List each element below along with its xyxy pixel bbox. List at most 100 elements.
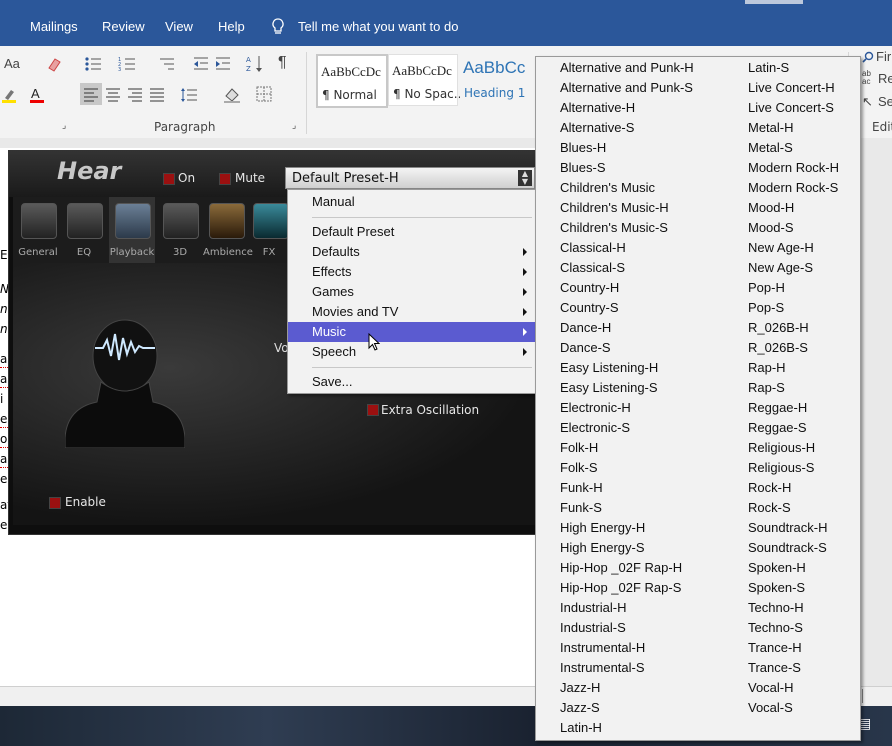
bullets-icon[interactable]: [84, 56, 102, 72]
music-preset-item[interactable]: New Age-S: [748, 260, 813, 280]
music-preset-item[interactable]: Classical-H: [560, 240, 626, 260]
music-preset-item[interactable]: Funk-H: [560, 480, 603, 500]
clear-formatting-icon[interactable]: [46, 56, 62, 72]
music-preset-item[interactable]: Children's Music: [560, 180, 655, 200]
enable-led[interactable]: [49, 497, 61, 509]
replace-label[interactable]: Re: [878, 71, 892, 86]
music-preset-item[interactable]: Mood-H: [748, 200, 794, 220]
music-preset-item[interactable]: Country-H: [560, 280, 619, 300]
music-preset-item[interactable]: Rock-H: [748, 480, 791, 500]
music-preset-item[interactable]: Pop-H: [748, 280, 785, 300]
on-label[interactable]: On: [178, 171, 195, 185]
music-preset-item[interactable]: Funk-S: [560, 500, 602, 520]
align-right-icon[interactable]: [128, 88, 144, 102]
menu-item-manual[interactable]: Manual: [288, 192, 535, 212]
music-preset-item[interactable]: Hip-Hop _02F Rap-H: [560, 560, 682, 580]
change-case-button[interactable]: Aa: [4, 56, 20, 71]
music-preset-item[interactable]: Metal-S: [748, 140, 793, 160]
paragraph-dialog-launcher-icon[interactable]: ⌟: [292, 120, 296, 131]
menu-item-music[interactable]: Music: [288, 322, 535, 342]
pilcrow-icon[interactable]: ¶: [278, 54, 287, 72]
music-preset-item[interactable]: R_026B-H: [748, 320, 809, 340]
music-preset-item[interactable]: Hip-Hop _02F Rap-S: [560, 580, 681, 600]
shading-icon[interactable]: [222, 86, 242, 104]
music-preset-item[interactable]: Reggae-S: [748, 420, 807, 440]
music-preset-item[interactable]: Mood-S: [748, 220, 794, 240]
music-preset-item[interactable]: Pop-S: [748, 300, 784, 320]
music-preset-item[interactable]: Instrumental-H: [560, 640, 645, 660]
decrease-indent-icon[interactable]: [192, 56, 210, 72]
preset-dropdown-arrow-icon[interactable]: ▲ ▼: [518, 170, 532, 186]
sort-icon[interactable]: AZ: [246, 54, 264, 74]
extra-oscillation-label[interactable]: Extra Oscillation: [381, 403, 479, 417]
menu-help[interactable]: Help: [218, 19, 245, 34]
music-preset-item[interactable]: Alternative-H: [560, 100, 635, 120]
on-toggle-led[interactable]: [163, 173, 175, 185]
font-color-icon[interactable]: A: [28, 86, 46, 104]
mute-toggle-led[interactable]: [219, 173, 231, 185]
music-preset-item[interactable]: Alternative and Punk-H: [560, 60, 694, 80]
music-preset-item[interactable]: Rap-H: [748, 360, 786, 380]
music-preset-item[interactable]: High Energy-H: [560, 520, 645, 540]
tab-playback[interactable]: Playback: [109, 197, 155, 263]
justify-icon[interactable]: [150, 88, 166, 102]
menu-item-save[interactable]: Save...: [288, 372, 535, 392]
music-preset-item[interactable]: Country-S: [560, 300, 619, 320]
music-preset-item[interactable]: Modern Rock-S: [748, 180, 838, 200]
highlight-icon[interactable]: [0, 88, 18, 104]
tab-ambience[interactable]: Ambience: [203, 197, 253, 263]
music-preset-item[interactable]: Industrial-H: [560, 600, 626, 620]
music-preset-item[interactable]: Folk-S: [560, 460, 598, 480]
music-preset-item[interactable]: Spoken-S: [748, 580, 805, 600]
music-preset-item[interactable]: Children's Music-S: [560, 220, 668, 240]
find-label[interactable]: Fir: [876, 49, 891, 64]
style-heading-1[interactable]: AaBbCc Heading 1: [460, 54, 536, 104]
music-preset-item[interactable]: Jazz-S: [560, 700, 600, 720]
music-preset-item[interactable]: Vocal-H: [748, 680, 794, 700]
music-preset-item[interactable]: Electronic-H: [560, 400, 631, 420]
music-preset-item[interactable]: Easy Listening-H: [560, 360, 658, 380]
tab-fx[interactable]: FX: [249, 197, 289, 263]
music-preset-item[interactable]: Alternative and Punk-S: [560, 80, 693, 100]
music-preset-item[interactable]: Children's Music-H: [560, 200, 669, 220]
music-preset-item[interactable]: Easy Listening-S: [560, 380, 658, 400]
music-preset-item[interactable]: High Energy-S: [560, 540, 645, 560]
increase-indent-icon[interactable]: [214, 56, 232, 72]
music-preset-item[interactable]: Alternative-S: [560, 120, 634, 140]
borders-icon[interactable]: [256, 86, 272, 102]
music-preset-item[interactable]: Rap-S: [748, 380, 785, 400]
line-spacing-icon[interactable]: [180, 86, 198, 104]
music-preset-item[interactable]: Live Concert-H: [748, 80, 835, 100]
music-preset-item[interactable]: Soundtrack-S: [748, 540, 827, 560]
mute-label[interactable]: Mute: [235, 171, 265, 185]
music-preset-item[interactable]: Modern Rock-H: [748, 160, 839, 180]
music-preset-item[interactable]: Trance-H: [748, 640, 802, 660]
tell-me-search[interactable]: Tell me what you want to do: [298, 19, 458, 34]
menu-review[interactable]: Review: [102, 19, 145, 34]
select-arrow-icon[interactable]: ↖: [862, 94, 873, 110]
music-preset-item[interactable]: Reggae-H: [748, 400, 807, 420]
font-dialog-launcher-icon[interactable]: ⌟: [62, 120, 66, 131]
enable-label[interactable]: Enable: [65, 495, 106, 509]
music-preset-item[interactable]: Industrial-S: [560, 620, 626, 640]
extra-oscillation-led[interactable]: [367, 404, 379, 416]
preset-dropdown[interactable]: Default Preset-H ▲ ▼: [285, 167, 535, 189]
menu-item-movies-and-tv[interactable]: Movies and TV: [288, 302, 535, 322]
tab-general[interactable]: General: [15, 197, 61, 263]
music-preset-item[interactable]: Metal-H: [748, 120, 794, 140]
tab-3d[interactable]: 3D: [157, 197, 203, 263]
tab-eq[interactable]: EQ: [61, 197, 107, 263]
replace-icon[interactable]: ab ac: [862, 70, 871, 86]
select-label[interactable]: Sel: [878, 94, 892, 109]
find-icon[interactable]: [862, 51, 874, 63]
music-preset-item[interactable]: Instrumental-S: [560, 660, 645, 680]
multilevel-list-icon[interactable]: [158, 56, 176, 72]
menu-item-defaults[interactable]: Defaults: [288, 242, 535, 262]
menu-view[interactable]: View: [165, 19, 193, 34]
menu-item-speech[interactable]: Speech: [288, 342, 535, 362]
menu-item-effects[interactable]: Effects: [288, 262, 535, 282]
menu-item-default-preset[interactable]: Default Preset: [288, 222, 535, 242]
music-preset-item[interactable]: R_026B-S: [748, 340, 808, 360]
music-preset-item[interactable]: Trance-S: [748, 660, 801, 680]
zoom-slider[interactable]: [862, 689, 883, 703]
